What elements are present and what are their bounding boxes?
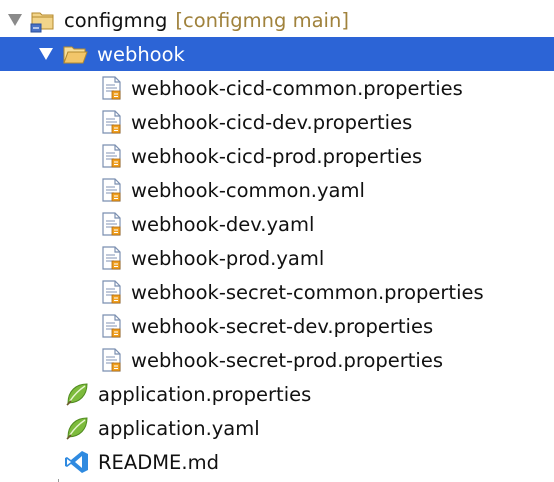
tree-row-file[interactable]: application.yaml bbox=[0, 411, 554, 445]
properties-file-icon bbox=[102, 246, 121, 270]
tree-row-webhook-folder[interactable]: webhook bbox=[0, 37, 554, 71]
open-folder-icon bbox=[63, 46, 88, 64]
expand-arrow-icon[interactable] bbox=[8, 14, 22, 26]
vscode-icon bbox=[65, 451, 88, 473]
file-name: webhook-common.yaml bbox=[131, 178, 365, 202]
repo-branch-label: [configmng main] bbox=[175, 8, 349, 32]
tree-row-file[interactable]: webhook-cicd-common.properties bbox=[0, 71, 554, 105]
tree-row-file[interactable]: README.md bbox=[0, 445, 554, 479]
properties-file-icon bbox=[102, 178, 121, 202]
file-name: webhook-dev.yaml bbox=[131, 212, 315, 236]
tree-row-configmng[interactable]: configmng [configmng main] bbox=[0, 3, 554, 37]
properties-file-icon bbox=[102, 314, 121, 338]
file-name: webhook-secret-prod.properties bbox=[131, 348, 443, 372]
file-name: webhook-secret-dev.properties bbox=[131, 314, 434, 338]
tree-row-file[interactable]: webhook-cicd-dev.properties bbox=[0, 105, 554, 139]
expand-arrow-icon[interactable] bbox=[39, 48, 53, 60]
properties-file-icon bbox=[102, 76, 121, 100]
tree-row-file[interactable]: webhook-secret-common.properties bbox=[0, 275, 554, 309]
tree-row-file[interactable]: webhook-common.yaml bbox=[0, 173, 554, 207]
tree-row-file[interactable]: webhook-prod.yaml bbox=[0, 241, 554, 275]
file-name: webhook-cicd-common.properties bbox=[131, 76, 463, 100]
project-explorer-tree: configmng [configmng main] webhook webhoo… bbox=[0, 0, 554, 482]
tree-row-file[interactable]: webhook-cicd-prod.properties bbox=[0, 139, 554, 173]
file-name: webhook-cicd-prod.properties bbox=[131, 144, 423, 168]
properties-file-icon bbox=[102, 348, 121, 372]
properties-file-icon bbox=[102, 144, 121, 168]
tree-row-file[interactable]: webhook-secret-dev.properties bbox=[0, 309, 554, 343]
spring-leaf-icon bbox=[66, 417, 88, 440]
file-name: webhook-cicd-dev.properties bbox=[131, 110, 413, 134]
file-name: README.md bbox=[98, 450, 219, 474]
tree-row-file[interactable]: application.properties bbox=[0, 377, 554, 411]
file-name: webhook-prod.yaml bbox=[131, 246, 325, 270]
properties-file-icon bbox=[102, 110, 121, 134]
project-name: configmng bbox=[64, 8, 168, 32]
project-folder-icon bbox=[30, 12, 54, 33]
tree-row-file[interactable]: webhook-secret-prod.properties bbox=[0, 343, 554, 377]
properties-file-icon bbox=[102, 212, 121, 236]
tree-row-file[interactable]: webhook-dev.yaml bbox=[0, 207, 554, 241]
file-name: webhook-secret-common.properties bbox=[131, 280, 484, 304]
spring-leaf-icon bbox=[66, 383, 88, 406]
file-name: application.properties bbox=[98, 382, 312, 406]
properties-file-icon bbox=[102, 280, 121, 304]
folder-name: webhook bbox=[97, 42, 185, 66]
project-name-label: configmng [configmng main] bbox=[64, 9, 349, 32]
file-name: application.yaml bbox=[98, 416, 260, 440]
